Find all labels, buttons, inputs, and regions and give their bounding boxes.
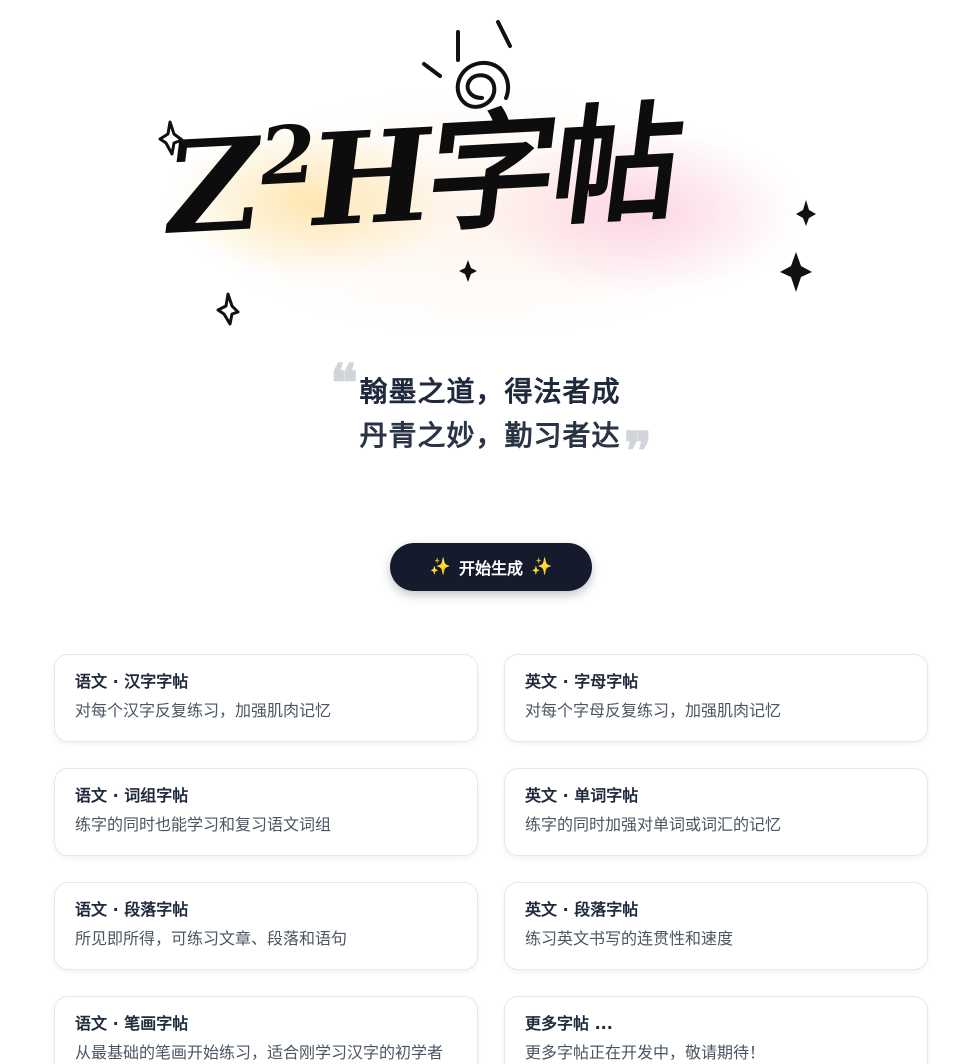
swirl-icon [422,20,512,109]
card-english-paragraph[interactable]: 英文 · 段落字帖 练习英文书写的连贯性和速度 [504,882,928,970]
card-title: 英文 · 单词字帖 [525,786,639,805]
hero-logo: Z2H字帖 [80,12,870,342]
card-description: 练字的同时加强对单词或词汇的记忆 [525,815,782,834]
card-title: 更多字帖 ... [525,1014,613,1033]
card-description: 练习英文书写的连贯性和速度 [525,929,734,948]
brand-title-z: Z [156,109,266,265]
quote-block: ❝ 翰墨之道，得法者成 丹青之妙，勤习者达 ❞ [0,358,960,478]
card-description: 练字的同时也能学习和复习语文词组 [75,815,332,834]
card-description: 更多字帖正在开发中，敬请期待！ [525,1043,766,1062]
card-title: 语文 · 汉字字帖 [75,672,189,691]
card-title: 英文 · 段落字帖 [525,900,639,919]
start-generate-label: 开始生成 [458,559,523,578]
card-chinese-character[interactable]: 语文 · 汉字字帖 对每个汉字反复练习，加强肌肉记忆 [54,654,478,742]
sparkles-icon: ✨ [531,557,553,577]
quote-line-2: 丹青之妙，勤习者达 [359,419,621,452]
card-chinese-phrase[interactable]: 语文 · 词组字帖 练字的同时也能学习和复习语文词组 [54,768,478,856]
card-description: 从最基础的笔画开始练习，适合刚学习汉字的初学者 [75,1043,444,1062]
page: Z2H字帖 ❝ 翰墨之道，得法者成 丹青之妙，勤习者达 ❞ ✨ 开始生成 ✨ 语… [0,0,960,1064]
sparkles-icon: ✨ [429,557,451,577]
card-description: 对每个字母反复练习，加强肌肉记忆 [525,701,782,720]
card-description: 所见即所得，可练习文章、段落和语句 [75,929,348,948]
brand-title: Z2H字帖 [157,88,688,264]
card-title: 语文 · 词组字帖 [75,786,189,805]
card-title: 语文 · 段落字帖 [75,900,189,919]
quote-line-1: 翰墨之道，得法者成 [359,375,621,408]
card-description: 对每个汉字反复练习，加强肌肉记忆 [75,701,332,720]
brand-title-rest: H字帖 [300,87,688,257]
open-quote-icon: ❝ [330,353,358,414]
start-generate-button[interactable]: ✨ 开始生成 ✨ [390,543,592,591]
card-chinese-paragraph[interactable]: 语文 · 段落字帖 所见即所得，可练习文章、段落和语句 [54,882,478,970]
card-title: 英文 · 字母字帖 [525,672,639,691]
close-quote-icon: ❞ [624,421,652,482]
card-english-letter[interactable]: 英文 · 字母字帖 对每个字母反复练习，加强肌肉记忆 [504,654,928,742]
card-title: 语文 · 笔画字帖 [75,1014,189,1033]
card-chinese-stroke[interactable]: 语文 · 笔画字帖 从最基础的笔画开始练习，适合刚学习汉字的初学者 [54,996,478,1064]
card-english-word[interactable]: 英文 · 单词字帖 练字的同时加强对单词或词汇的记忆 [504,768,928,856]
card-more[interactable]: 更多字帖 ... 更多字帖正在开发中，敬请期待！ [504,996,928,1064]
